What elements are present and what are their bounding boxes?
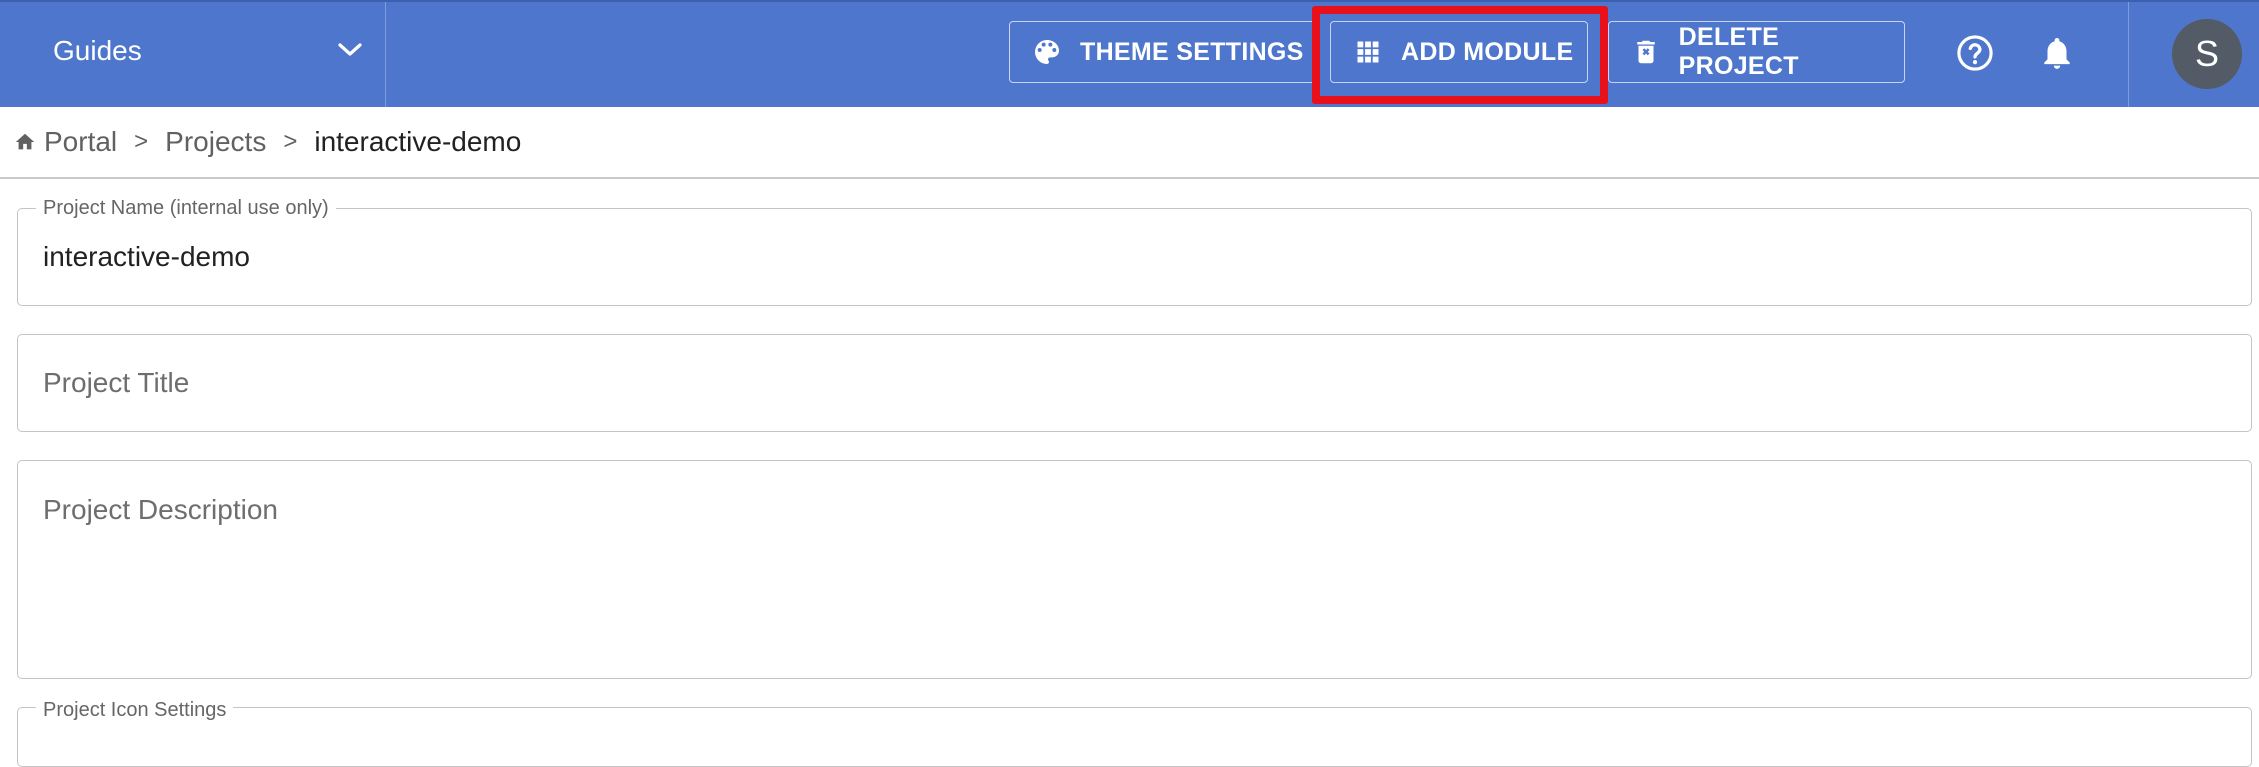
- home-icon: [14, 131, 36, 153]
- delete-project-label: DELETE PROJECT: [1678, 23, 1799, 80]
- palette-icon: [1030, 35, 1064, 69]
- project-title-placeholder: Project Title: [43, 367, 190, 398]
- avatar-divider: [2128, 2, 2129, 107]
- notifications-button[interactable]: [2038, 32, 2080, 74]
- project-icon-settings-label: Project Icon Settings: [36, 698, 234, 722]
- grid-icon: [1351, 35, 1385, 69]
- project-icon-settings-section: Project Icon Settings: [17, 698, 2252, 767]
- theme-settings-button[interactable]: THEME SETTINGS: [1009, 21, 1316, 83]
- add-module-button[interactable]: ADD MODULE: [1330, 21, 1588, 83]
- breadcrumb-portal[interactable]: Portal: [44, 126, 117, 158]
- breadcrumb: Portal > Projects > interactive-demo: [0, 107, 2259, 179]
- project-name-value: interactive-demo: [43, 241, 250, 272]
- project-name-field[interactable]: Project Name (internal use only) interac…: [17, 196, 2252, 306]
- bell-icon: [2044, 37, 2070, 69]
- theme-settings-label: THEME SETTINGS: [1080, 37, 1304, 66]
- help-button[interactable]: [1954, 32, 1996, 74]
- top-app-bar: Guides THEME SETTINGS ADD MODULE DELETE …: [0, 0, 2259, 107]
- delete-project-button[interactable]: DELETE PROJECT: [1608, 21, 1905, 83]
- project-title-field[interactable]: Project Title: [17, 334, 2252, 432]
- project-description-field[interactable]: Project Description: [17, 460, 2252, 679]
- breadcrumb-current: interactive-demo: [314, 126, 522, 157]
- guides-dropdown[interactable]: Guides: [0, 2, 386, 107]
- delete-icon: [1629, 35, 1663, 69]
- chevron-down-icon: [338, 42, 362, 63]
- help-circle-icon: [1957, 35, 1993, 71]
- breadcrumb-separator: >: [134, 128, 149, 155]
- add-module-label: ADD MODULE: [1401, 37, 1574, 66]
- guides-dropdown-label: Guides: [53, 35, 142, 66]
- project-name-label: Project Name (internal use only): [36, 196, 336, 220]
- avatar[interactable]: S: [2172, 19, 2242, 89]
- breadcrumb-separator: >: [283, 128, 298, 155]
- project-description-placeholder: Project Description: [43, 494, 278, 525]
- breadcrumb-projects[interactable]: Projects: [165, 126, 266, 158]
